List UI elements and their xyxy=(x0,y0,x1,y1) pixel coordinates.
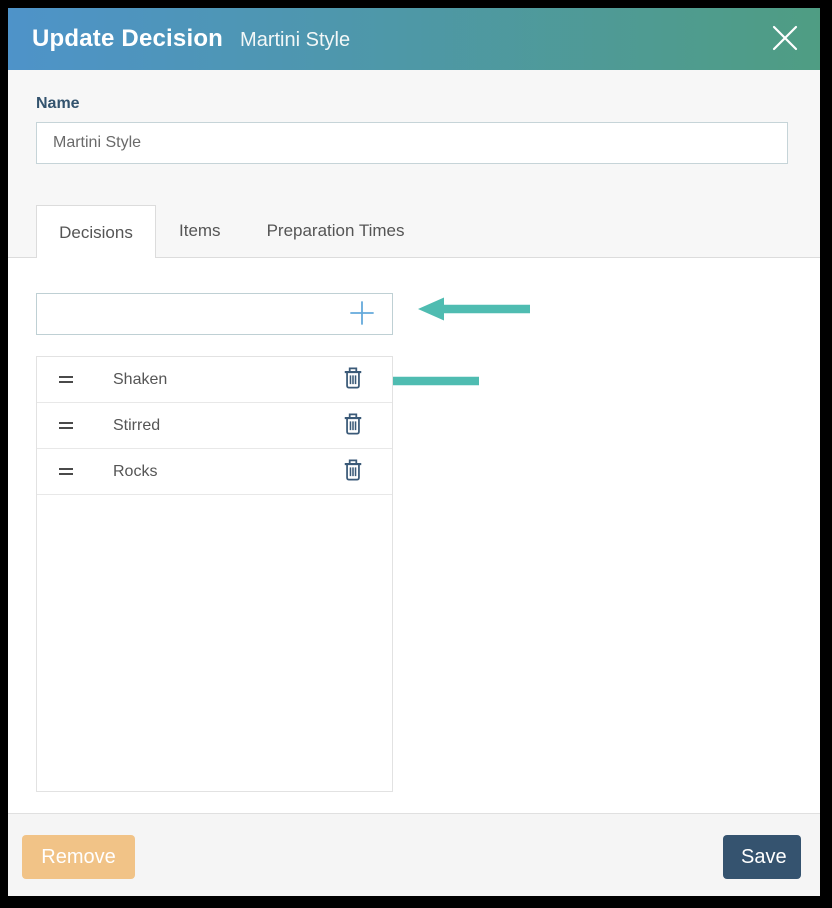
decision-list: Shaken Stirred xyxy=(36,356,393,792)
save-button[interactable]: Save xyxy=(723,835,801,879)
modal-footer: Remove Save xyxy=(8,813,820,896)
decision-label: Stirred xyxy=(113,417,160,435)
drag-handle-icon[interactable] xyxy=(59,422,73,429)
trash-icon xyxy=(343,459,363,484)
decision-row-rocks: Rocks xyxy=(37,449,392,495)
decisions-tab-panel: Shaken Stirred xyxy=(8,258,820,813)
plus-icon xyxy=(349,300,375,329)
tab-bar: Decisions Items Preparation Times xyxy=(8,205,820,258)
tab-decisions[interactable]: Decisions xyxy=(36,205,156,259)
modal-subtitle: Martini Style xyxy=(240,27,350,52)
close-button[interactable] xyxy=(768,22,802,56)
add-decision-box xyxy=(36,293,393,335)
add-decision-button[interactable] xyxy=(348,300,376,328)
modal-header: Update Decision Martini Style xyxy=(8,8,820,70)
tab-preparation-times[interactable]: Preparation Times xyxy=(244,205,428,257)
trash-icon xyxy=(343,413,363,438)
drag-handle-icon[interactable] xyxy=(59,376,73,383)
delete-decision-button[interactable] xyxy=(342,414,364,438)
decision-row-stirred: Stirred xyxy=(37,403,392,449)
delete-decision-button[interactable] xyxy=(342,460,364,484)
decision-label: Shaken xyxy=(113,371,167,389)
decision-label: Rocks xyxy=(113,463,157,481)
arrow-left-icon-add-annotation xyxy=(418,296,530,327)
add-decision-input[interactable] xyxy=(37,294,392,334)
drag-handle-icon[interactable] xyxy=(59,468,73,475)
modal-title: Update Decision xyxy=(32,25,223,53)
update-decision-modal: Update Decision Martini Style Name Decis… xyxy=(8,8,820,896)
delete-decision-button[interactable] xyxy=(342,368,364,392)
close-icon xyxy=(771,24,799,55)
name-label: Name xyxy=(36,95,80,113)
remove-button[interactable]: Remove xyxy=(22,835,135,879)
name-input[interactable] xyxy=(36,122,788,164)
decision-row-shaken: Shaken xyxy=(37,357,392,403)
trash-icon xyxy=(343,367,363,392)
tab-items[interactable]: Items xyxy=(156,205,244,257)
